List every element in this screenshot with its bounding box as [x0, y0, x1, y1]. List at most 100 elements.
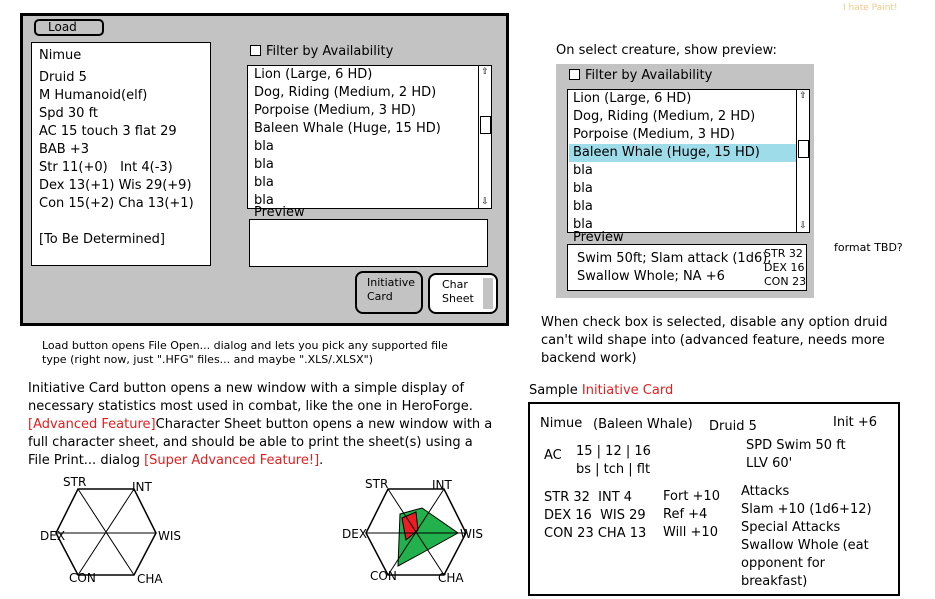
note-line: Load button opens File Open... dialog an… — [42, 339, 448, 352]
note-line: [Advanced Feature]Character Sheet button… — [28, 416, 508, 434]
card-abilities: STR 32 INT 4 — [544, 490, 633, 505]
list-item[interactable]: bla — [254, 139, 274, 154]
list-item[interactable]: Baleen Whale (Huge, 15 HD) — [573, 145, 760, 160]
preview-label: Preview — [573, 230, 624, 245]
creature-list[interactable]: Lion (Large, 6 HD) Dog, Riding (Medium, … — [247, 65, 492, 209]
scroll-up-icon[interactable]: ⇧ — [479, 66, 491, 78]
filter-checkbox-2[interactable]: Filter by Availability — [569, 68, 712, 83]
hint-text: I hate Paint! — [843, 3, 898, 13]
list-item[interactable]: Lion (Large, 6 HD) — [254, 67, 372, 82]
card-spd: SPD Swim 50 ft — [746, 438, 846, 453]
note-line: type (right now, just ".HFG" files... an… — [42, 353, 374, 366]
initiative-card: Nimue (Baleen Whale) Druid 5 Init +6 AC … — [528, 402, 900, 596]
scroll-up-icon[interactable]: ⇧ — [797, 90, 809, 102]
card-abilities: DEX 16 WIS 29 — [544, 508, 646, 523]
list-item[interactable]: Porpoise (Medium, 3 HD) — [573, 127, 735, 142]
card-attacks: Special Attacks — [741, 520, 841, 535]
card-attacks: breakfast) — [741, 574, 808, 589]
list-item[interactable]: Dog, Riding (Medium, 2 HD) — [254, 85, 436, 100]
list-item[interactable]: Baleen Whale (Huge, 15 HD) — [254, 121, 441, 136]
sample-title: Initiative Card — [581, 383, 674, 398]
preview-title: On select creature, show preview: — [556, 43, 777, 58]
char-sheet-button[interactable]: Char Sheet — [428, 273, 498, 314]
note-text: . — [319, 453, 324, 468]
card-attacks: opponent for — [741, 556, 825, 571]
radar-label-int: INT — [132, 480, 153, 494]
list-item[interactable]: Dog, Riding (Medium, 2 HD) — [573, 109, 755, 124]
creature-list-2[interactable]: Lion (Large, 6 HD) Dog, Riding (Medium, … — [567, 89, 810, 233]
filter-label: Filter by Availability — [266, 44, 394, 59]
filter-checkbox[interactable]: Filter by Availability — [250, 44, 393, 59]
advanced-tag: [Advanced Feature] — [28, 417, 156, 432]
radar-label-con: CON — [69, 571, 96, 585]
list-item[interactable]: bla — [254, 175, 274, 190]
card-attacks: Swallow Whole (eat — [741, 538, 869, 553]
note-line: full character sheet, and should be able… — [28, 435, 473, 450]
note-line: backend work) — [541, 351, 637, 366]
list-scrollbar[interactable]: ⇧ ⇩ — [796, 90, 809, 232]
list-item[interactable]: Porpoise (Medium, 3 HD) — [254, 103, 416, 118]
scroll-thumb[interactable] — [798, 140, 809, 158]
card-form: (Baleen Whale) — [593, 417, 693, 432]
scroll-down-icon[interactable]: ⇩ — [797, 220, 809, 232]
preview-box: Swim 50ft; Slam attack (1d6), Swallow Wh… — [567, 244, 807, 291]
card-attacks: Slam +10 (1d6+12) — [741, 502, 872, 517]
checkbox-box[interactable] — [250, 45, 261, 56]
list-item[interactable]: bla — [573, 163, 593, 178]
stat-line: Dex 13(+1) Wis 29(+9) — [39, 178, 192, 193]
initiative-label: Initiative — [367, 276, 416, 289]
stat-line: M Humanoid(elf) — [39, 88, 148, 103]
preview-line: Swallow Whole; NA +6 — [577, 269, 725, 284]
initiative-card-button[interactable]: Initiative Card — [355, 271, 423, 314]
initiative-note: Initiative Card button opens a new windo… — [28, 380, 508, 470]
preview-stat: DEX 16 — [764, 261, 805, 274]
note-line: File Print... dialog [Super Advanced Fea… — [28, 452, 508, 470]
card-ac-types: bs | tch | flt — [576, 462, 651, 477]
radar-label-str: STR — [365, 477, 388, 491]
preview-line: Swim 50ft; Slam attack (1d6), — [577, 251, 772, 266]
note-line: necessary statistics most used in combat… — [28, 399, 473, 414]
card-attacks: Attacks — [741, 484, 790, 499]
checkbox-note: When check box is selected, disable any … — [541, 314, 888, 368]
note-line: When check box is selected, disable any … — [541, 315, 888, 330]
list-scrollbar[interactable]: ⇧ ⇩ — [478, 66, 491, 208]
stat-line: Str 11(+0) Int 4(-3) — [39, 160, 173, 175]
card-ac-values: 15 | 12 | 16 — [576, 444, 651, 459]
filter-label: Filter by Availability — [585, 68, 713, 83]
load-button[interactable]: Load — [34, 19, 104, 36]
radar-empty: STR INT WIS CHA CON DEX — [40, 475, 181, 586]
card-save: Will +10 — [663, 525, 718, 540]
list-item[interactable]: bla — [573, 181, 593, 196]
preview-stat: STR 32 — [764, 247, 803, 260]
radar-label-wis: WIS — [460, 527, 483, 541]
note-line: can't wild shape into (advanced feature,… — [541, 333, 885, 348]
card-name: Nimue — [540, 416, 583, 431]
radar-label-cha: CHA — [137, 572, 163, 586]
scroll-down-icon[interactable]: ⇩ — [479, 196, 491, 208]
radar-label-cha: CHA — [438, 571, 464, 585]
button-shade — [483, 278, 493, 309]
card-heading: Sample Initiative Card — [529, 383, 673, 398]
radar-label-dex: DEX — [40, 529, 65, 543]
card-save: Ref +4 — [663, 507, 708, 522]
card-init: Init +6 — [833, 415, 878, 430]
radar-label-dex: DEX — [342, 527, 367, 541]
stat-line: AC 15 touch 3 flat 29 — [39, 124, 177, 139]
stat-line: Con 15(+2) Cha 13(+1) — [39, 196, 194, 211]
radar-label-int: INT — [432, 478, 453, 492]
stat-name: Nimue — [39, 48, 82, 63]
stat-line: BAB +3 — [39, 142, 90, 157]
card-save: Fort +10 — [663, 489, 720, 504]
scroll-thumb[interactable] — [480, 116, 491, 134]
note-text: Character Sheet button opens a new windo… — [155, 417, 493, 432]
list-item[interactable]: bla — [573, 199, 593, 214]
checkbox-box[interactable] — [569, 69, 580, 80]
card-ac-label: AC — [544, 448, 562, 463]
load-note: Load button opens File Open... dialog an… — [42, 339, 448, 367]
list-item[interactable]: bla — [254, 157, 274, 172]
preview-box — [249, 219, 488, 267]
sample-prefix: Sample — [529, 383, 582, 398]
super-advanced-tag: [Super Advanced Feature!] — [144, 453, 320, 468]
stat-line: Spd 30 ft — [39, 106, 99, 121]
list-item[interactable]: Lion (Large, 6 HD) — [573, 91, 691, 106]
